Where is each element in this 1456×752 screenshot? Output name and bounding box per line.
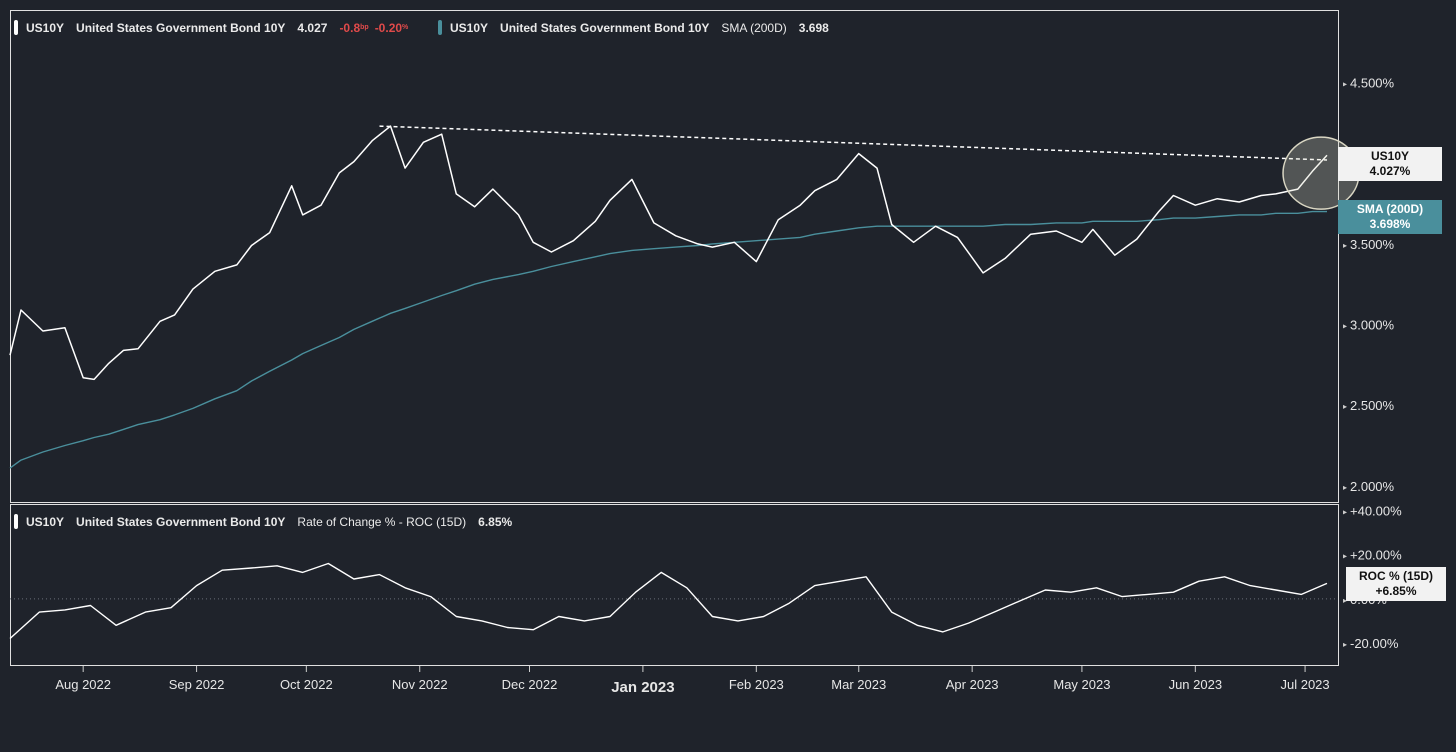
roc-badge-value: +6.85% — [1375, 584, 1417, 598]
roc-y-tick-marker: ▸ — [1343, 552, 1347, 561]
price-badge-value: 4.027% — [1369, 164, 1411, 178]
price-legend-change: -0.8 — [339, 20, 361, 35]
x-tick-label: Jul 2023 — [1280, 677, 1329, 692]
x-tick-label: Jun 2023 — [1169, 677, 1223, 692]
price-badge: US10Y 4.027% — [1338, 147, 1442, 181]
price-legend-change-pct: -0.20 — [374, 20, 403, 35]
sma-legend-swatch — [438, 20, 442, 35]
sma-legend: US10Y United States Government Bond 10Y … — [438, 20, 841, 35]
price-legend-name: United States Government Bond 10Y — [76, 20, 286, 35]
x-tick-label: Nov 2022 — [392, 677, 448, 692]
price-y-tick-marker: ▸ — [1343, 402, 1347, 411]
price-panel-frame — [10, 10, 1339, 503]
price-series-line — [9, 125, 1328, 381]
roc-y-tick-marker: ▸ — [1343, 508, 1347, 517]
roc-y-tick-label: -20.00% — [1350, 636, 1399, 651]
grid-layer — [10, 598, 1338, 672]
sma-badge: SMA (200D) 3.698% — [1338, 200, 1442, 234]
sma-legend-symbol: US10Y — [450, 20, 489, 35]
sma-legend-value: 3.698 — [798, 20, 829, 35]
price-y-tick-marker: ▸ — [1343, 80, 1347, 89]
price-y-tick-marker: ▸ — [1343, 241, 1347, 250]
chart-root: ▸4.500%▸4.000%▸3.500%▸3.000%▸2.500%▸2.00… — [0, 0, 1456, 752]
x-tick-label: Jan 2023 — [611, 679, 674, 696]
price-y-tick-marker: ▸ — [1343, 322, 1347, 331]
roc-y-tick-marker: ▸ — [1343, 640, 1347, 649]
x-tick-label: Aug 2022 — [55, 677, 111, 692]
x-tick-label: Mar 2023 — [831, 677, 886, 692]
roc-legend-symbol: US10Y — [26, 514, 65, 529]
price-legend: US10Y United States Government Bond 10Y … — [14, 20, 408, 35]
roc-legend-indicator: Rate of Change % - ROC (15D) — [297, 514, 467, 529]
price-legend-last: 4.027 — [297, 20, 328, 35]
sma-badge-label: SMA (200D) — [1356, 202, 1424, 216]
price-legend-pct-unit: % — [402, 24, 409, 31]
x-tick-label: Dec 2022 — [502, 677, 558, 692]
x-tick-label: Oct 2022 — [280, 677, 333, 692]
x-tick-label: Apr 2023 — [946, 677, 999, 692]
roc-y-tick-label: +20.00% — [1350, 548, 1402, 563]
line-layer — [9, 125, 1360, 640]
sma-legend-name: United States Government Bond 10Y — [500, 20, 710, 35]
x-tick-label: May 2023 — [1053, 677, 1110, 692]
roc-legend: US10Y United States Government Bond 10Y … — [14, 514, 524, 529]
roc-series-line — [9, 562, 1328, 640]
x-tick-label: Feb 2023 — [729, 677, 784, 692]
price-y-tick-label: 2.000% — [1350, 479, 1395, 494]
price-legend-swatch — [14, 20, 18, 35]
price-y-tick-marker: ▸ — [1343, 483, 1347, 492]
price-y-tick-label: 4.500% — [1350, 76, 1395, 91]
roc-badge-label: ROC % (15D) — [1358, 569, 1433, 583]
price-legend-symbol: US10Y — [26, 20, 65, 35]
roc-legend-name: United States Government Bond 10Y — [76, 514, 286, 529]
roc-legend-value: 6.85% — [478, 514, 513, 529]
price-y-tick-label: 2.500% — [1350, 398, 1395, 413]
chart-canvas: ▸4.500%▸4.000%▸3.500%▸3.000%▸2.500%▸2.00… — [9, 10, 1402, 696]
sma-legend-indicator: SMA (200D) — [721, 20, 787, 35]
price-y-tick-label: 3.000% — [1350, 318, 1395, 333]
roc-badge: ROC % (15D) +6.85% — [1346, 567, 1446, 601]
roc-y-tick-label: +40.00% — [1350, 504, 1402, 519]
price-badge-symbol: US10Y — [1370, 149, 1410, 163]
price-y-tick-label: 3.500% — [1350, 237, 1395, 252]
price-legend-change-unit: bp — [360, 24, 369, 31]
roc-legend-swatch — [14, 514, 18, 529]
resistance-trendline — [379, 125, 1328, 161]
sma-badge-value: 3.698% — [1369, 217, 1411, 231]
label-layer: ▸4.500%▸4.000%▸3.500%▸3.000%▸2.500%▸2.00… — [55, 76, 1402, 696]
sma-series-line — [9, 210, 1327, 469]
x-tick-label: Sep 2022 — [169, 677, 225, 692]
